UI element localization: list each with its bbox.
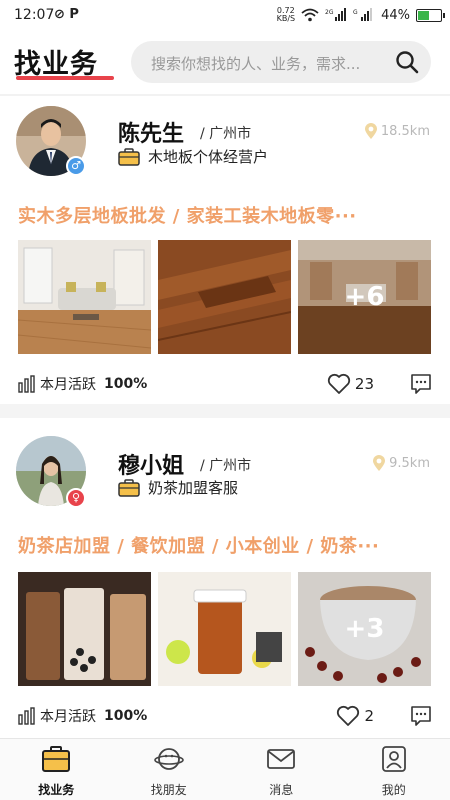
nav-profile[interactable]: 我的 (338, 739, 450, 800)
business-tags: 奶茶店加盟 / 餐饮加盟 / 小本创业 / 奶茶··· (18, 536, 380, 557)
photo-row: +6 (18, 240, 432, 354)
photo-thumbnail[interactable] (18, 240, 151, 354)
photo-thumbnail[interactable]: +3 (298, 572, 431, 686)
nav-find-friends[interactable]: 找朋友 (113, 739, 226, 800)
photo-thumbnail[interactable] (158, 240, 291, 354)
photo-thumbnail[interactable] (158, 572, 291, 686)
activity-label: 本月活跃 (40, 377, 96, 393)
comment-icon[interactable] (410, 373, 432, 395)
search-input[interactable]: 搜索你想找的人、业务，需求... (131, 41, 431, 83)
stats-row: 本月活跃 100% 23 (18, 371, 432, 397)
business-card[interactable]: ♀ 穆小姐 / 广州市 9.5km 奶茶加盟客服 奶茶店加盟 / 餐饮加盟 / … (0, 418, 450, 736)
nav-label: 消息 (269, 783, 294, 797)
like-count: 2 (364, 707, 374, 725)
heart-icon[interactable] (336, 705, 360, 727)
distance: 18.5km (363, 122, 430, 140)
search-placeholder: 搜索你想找的人、业务，需求... (151, 55, 361, 73)
activity-bars-icon (18, 707, 35, 725)
location-pin-icon (364, 123, 377, 139)
business-title: 奶茶加盟客服 (148, 479, 239, 497)
business-line: 奶茶加盟客服 (118, 477, 238, 498)
mail-icon[interactable] (266, 745, 296, 773)
logo-underline (16, 76, 114, 80)
nav-label: 找朋友 (150, 783, 187, 797)
business-line: 木地板个体经营户 (118, 146, 268, 167)
person-city: / 广州市 (200, 458, 252, 474)
like-button[interactable]: 23 (327, 373, 374, 395)
briefcase-icon (118, 147, 140, 166)
person-name: 穆小姐 (118, 454, 185, 479)
more-photos-count[interactable]: +3 (298, 572, 431, 686)
activity-label: 本月活跃 (40, 709, 96, 725)
activity-value: 100% (104, 708, 148, 724)
activity-bars-icon (18, 375, 35, 393)
search-icon[interactable] (395, 50, 419, 74)
photo-thumbnail[interactable]: +6 (298, 240, 431, 354)
nav-label: 找业务 (38, 783, 75, 797)
female-icon: ♀ (66, 488, 86, 508)
briefcase-icon[interactable] (41, 745, 71, 773)
wifi-icon (301, 8, 319, 22)
distance-value: 18.5km (380, 123, 430, 139)
signal-icon-2: G (353, 8, 373, 21)
nav-label: 我的 (381, 783, 406, 797)
business-card[interactable]: ♂ 陈先生 / 广州市 18.5km 木地板个体经营户 实木多层地板批发 / 家… (0, 96, 450, 404)
business-title: 木地板个体经营户 (148, 148, 269, 166)
signal-icon: 2G (325, 8, 347, 21)
svg-text:2G: 2G (325, 9, 334, 16)
bottom-nav: 找业务 找朋友 消息 我的 (0, 738, 450, 800)
distance: 9.5km (371, 454, 430, 472)
status-bar: 12:07 ⊘ P 0.72 KB/S 2G G 44% (0, 0, 450, 30)
briefcase-icon (118, 478, 140, 497)
nav-messages[interactable]: 消息 (225, 739, 338, 800)
person-icon[interactable] (379, 745, 409, 773)
status-right: 0.72 KB/S 2G G 44% (276, 4, 445, 26)
photo-thumbnail[interactable] (18, 572, 151, 686)
battery-icon (416, 8, 445, 22)
business-tags: 实木多层地板批发 / 家装工装木地板零··· (18, 206, 357, 227)
nav-find-business[interactable]: 找业务 (0, 739, 113, 800)
person-city: / 广州市 (200, 126, 252, 142)
notification-icons: ⊘ P (54, 7, 79, 22)
net-speed: 0.72 KB/S (276, 6, 296, 23)
status-time: 12:07 (14, 7, 55, 23)
card-separator (0, 404, 450, 418)
comment-icon[interactable] (410, 705, 432, 727)
stats-row: 本月活跃 100% 2 (18, 703, 432, 729)
like-count: 23 (354, 375, 374, 393)
header: 找业务 搜索你想找的人、业务，需求... (0, 30, 450, 94)
person-name: 陈先生 (118, 122, 185, 147)
like-button[interactable]: 2 (336, 705, 374, 727)
battery-percent: 44% (381, 7, 410, 23)
activity-value: 100% (104, 376, 148, 392)
more-photos-count[interactable]: +6 (298, 240, 431, 354)
male-icon: ♂ (66, 156, 86, 176)
location-pin-icon (373, 455, 386, 471)
svg-text:G: G (353, 9, 358, 16)
distance-value: 9.5km (389, 455, 430, 471)
photo-row: +3 (18, 572, 432, 686)
planet-icon[interactable] (153, 745, 184, 773)
heart-icon[interactable] (327, 373, 351, 395)
